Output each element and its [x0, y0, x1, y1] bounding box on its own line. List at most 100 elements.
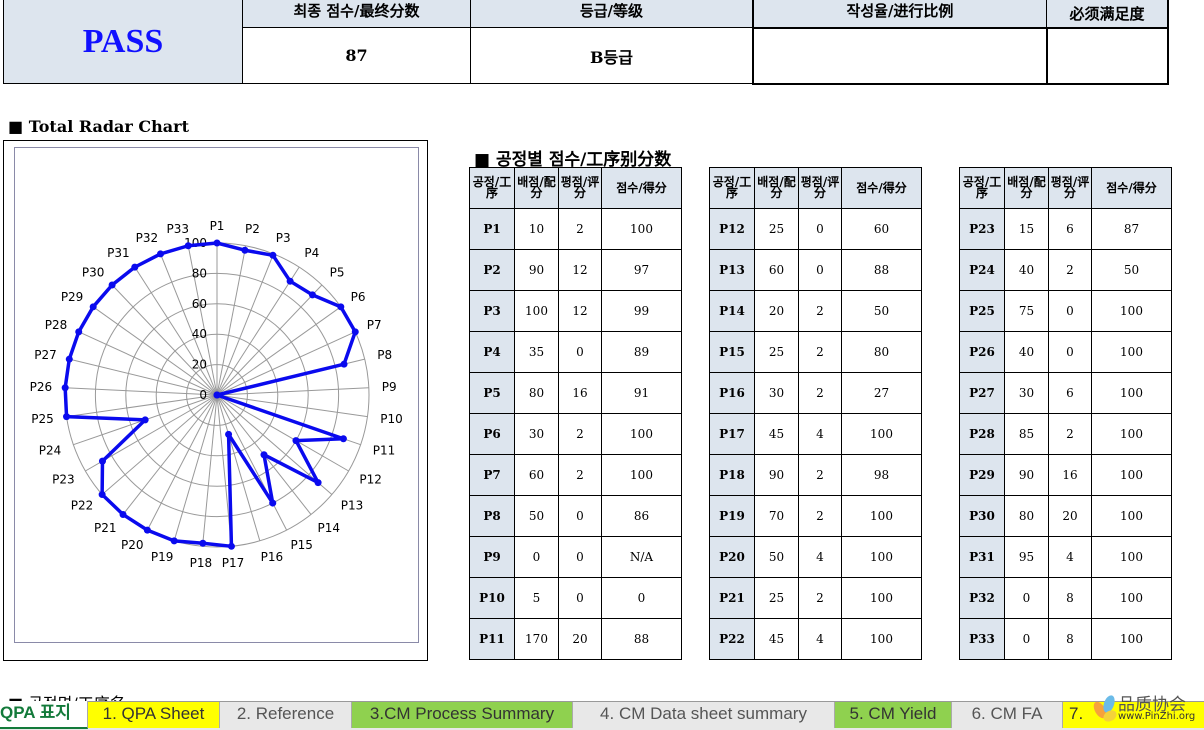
category-label: P2 — [245, 222, 260, 236]
process-cell: P18 — [709, 454, 755, 496]
data-point — [199, 539, 207, 547]
process-cell: P19 — [709, 495, 755, 537]
grid-spoke — [122, 394, 218, 515]
allocation-cell: 25 — [754, 331, 799, 373]
category-label: P24 — [39, 443, 62, 457]
allocation-cell: 45 — [754, 618, 799, 660]
grade-header: 등급/等级 — [470, 0, 754, 29]
category-label: P7 — [367, 318, 382, 332]
rating-cell: 0 — [558, 577, 602, 619]
allocation-cell: 0 — [514, 536, 559, 578]
table-row: P22 45 4 100 — [709, 618, 922, 660]
table-row: P11 170 20 88 — [469, 618, 682, 660]
radar-chart: 020406080100P1 P2P3P4P5P6P7P8P9P10P11P12P… — [30, 219, 403, 570]
category-label: P20 — [121, 538, 144, 552]
rating-cell: 0 — [558, 495, 602, 537]
category-label: P19 — [151, 550, 174, 564]
rating-cell: 4 — [798, 413, 842, 455]
score-cell: 50 — [841, 290, 922, 332]
score-cell: 87 — [1091, 208, 1172, 250]
sheet-tab[interactable]: 6. CM FA — [952, 702, 1063, 728]
score-cell: 97 — [601, 249, 682, 291]
allocation-cell: 25 — [754, 577, 799, 619]
allocation-cell: 90 — [514, 249, 559, 291]
allocation-cell: 50 — [514, 495, 559, 537]
score-cell: 27 — [841, 372, 922, 414]
allocation-cell: 30 — [1004, 372, 1049, 414]
rating-cell: 2 — [798, 577, 842, 619]
allocation-cell: 60 — [514, 454, 559, 496]
allocation-cell: 50 — [754, 536, 799, 578]
category-label: P8 — [377, 348, 392, 362]
process-cell: P32 — [959, 577, 1005, 619]
data-point — [340, 360, 348, 368]
sheet-tab[interactable]: 4. CM Data sheet summary — [573, 702, 835, 728]
score-cell: 89 — [601, 331, 682, 373]
sheet-tab[interactable]: 3.CM Process Summary — [352, 702, 573, 728]
data-point — [157, 250, 165, 258]
process-cell: P16 — [709, 372, 755, 414]
rating-cell: 6 — [1048, 208, 1092, 250]
grid-spoke — [66, 394, 218, 418]
data-point — [286, 277, 294, 285]
column-header: 점수/得分 — [1091, 167, 1172, 209]
allocation-cell: 45 — [754, 413, 799, 455]
allocation-cell: 100 — [514, 290, 559, 332]
grid-spoke — [216, 284, 323, 396]
table-row: P1 10 2 100 — [469, 208, 682, 250]
progress-header: 작성율/进行比例 — [752, 0, 1047, 29]
category-label: P26 — [30, 380, 53, 394]
table-row: P9 0 0 N/A — [469, 536, 682, 578]
score-cell: 100 — [601, 454, 682, 496]
sheet-tab[interactable]: 5. CM Yield — [835, 702, 952, 728]
category-label: P17 — [222, 556, 245, 570]
process-cell: P13 — [709, 249, 755, 291]
data-point — [141, 416, 149, 424]
table-row: P12 25 0 60 — [709, 208, 922, 250]
process-cell: P24 — [959, 249, 1005, 291]
rating-cell: 16 — [558, 372, 602, 414]
allocation-cell: 5 — [514, 577, 559, 619]
table-row: P2 90 12 97 — [469, 249, 682, 291]
rating-cell: 4 — [798, 536, 842, 578]
data-point — [75, 328, 83, 336]
data-point — [63, 413, 71, 421]
sheet-tab[interactable]: 2. Reference — [220, 702, 352, 728]
table-row: P6 30 2 100 — [469, 413, 682, 455]
rating-cell: 2 — [558, 208, 602, 250]
rating-cell: 6 — [1048, 372, 1092, 414]
score-cell: 100 — [841, 536, 922, 578]
score-cell: 100 — [1091, 372, 1172, 414]
category-label: P1 — [210, 219, 225, 233]
rating-cell: 2 — [558, 413, 602, 455]
score-cell: 100 — [841, 413, 922, 455]
category-label: P10 — [380, 412, 403, 426]
category-label: P27 — [34, 348, 57, 362]
table-header-row: 공정/工序 배점/配分 평점/评分 점수/得分 — [959, 167, 1172, 209]
category-label: P29 — [61, 290, 84, 304]
grade-value: B등급 — [470, 27, 754, 84]
process-cell: P3 — [469, 290, 515, 332]
process-cell: P11 — [469, 618, 515, 660]
sheet-tab[interactable]: 1. QPA Sheet — [88, 702, 220, 728]
radial-tick-label: 40 — [192, 327, 207, 341]
process-cell: P14 — [709, 290, 755, 332]
table-row: P26 40 0 100 — [959, 331, 1172, 373]
process-cell: P29 — [959, 454, 1005, 496]
column-header: 공정/工序 — [709, 167, 755, 209]
table-row: P8 50 0 86 — [469, 495, 682, 537]
score-cell: 100 — [1091, 536, 1172, 578]
grid-spoke — [160, 253, 218, 396]
score-cell: 86 — [601, 495, 682, 537]
data-point — [170, 537, 178, 545]
allocation-cell: 85 — [1004, 413, 1049, 455]
score-cell: 100 — [841, 618, 922, 660]
process-cell: P8 — [469, 495, 515, 537]
rating-cell: 2 — [1048, 413, 1092, 455]
table-row: P18 90 2 98 — [709, 454, 922, 496]
grid-spoke — [65, 387, 218, 396]
sheet-tab[interactable]: QPA 표지 — [0, 701, 88, 729]
rating-cell: 2 — [798, 495, 842, 537]
allocation-cell: 80 — [1004, 495, 1049, 537]
score-cell: 88 — [841, 249, 922, 291]
